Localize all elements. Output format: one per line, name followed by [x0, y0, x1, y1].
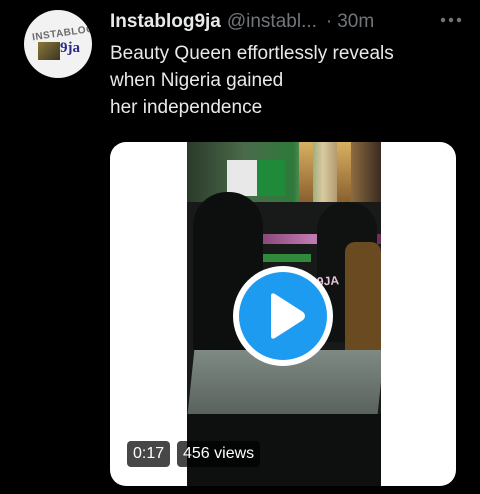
author-handle[interactable]: @instabl... — [227, 11, 317, 33]
avatar-logo-block — [38, 42, 60, 60]
video-views-badge: 456 views — [177, 441, 261, 467]
tweet-header: Instablog9ja @instabl... · 30m — [110, 10, 466, 34]
tweet-text-line: when Nigeria gained — [110, 70, 284, 91]
scene-flag-white — [227, 160, 257, 196]
tweet-text-line: Beauty Queen effortlessly reveals — [110, 43, 394, 64]
more-options-icon[interactable] — [436, 8, 466, 38]
avatar-logo-number: 9ja — [60, 40, 80, 56]
separator-dot: · — [325, 11, 333, 32]
tweet-text-line: her independence — [110, 97, 263, 118]
video-media-card[interactable]: 9JA 0:17 456 views — [110, 142, 456, 486]
video-duration-badge: 0:17 — [127, 441, 171, 467]
play-button[interactable] — [233, 266, 333, 366]
more-horizontal-icon — [440, 17, 462, 23]
scene-gold-panel — [337, 142, 351, 202]
play-icon — [271, 293, 305, 339]
avatar[interactable]: INSTABLOG 9ja — [24, 10, 92, 78]
scene-flag-green — [257, 160, 285, 196]
scene-gold-panel — [299, 142, 313, 202]
author-name[interactable]: Instablog9ja — [110, 11, 221, 33]
tweet-text: Beauty Queen effortlessly reveals when N… — [110, 40, 450, 121]
avatar-logo-mark: 9ja — [34, 40, 82, 62]
tweet-timestamp[interactable]: 30m — [337, 11, 374, 33]
